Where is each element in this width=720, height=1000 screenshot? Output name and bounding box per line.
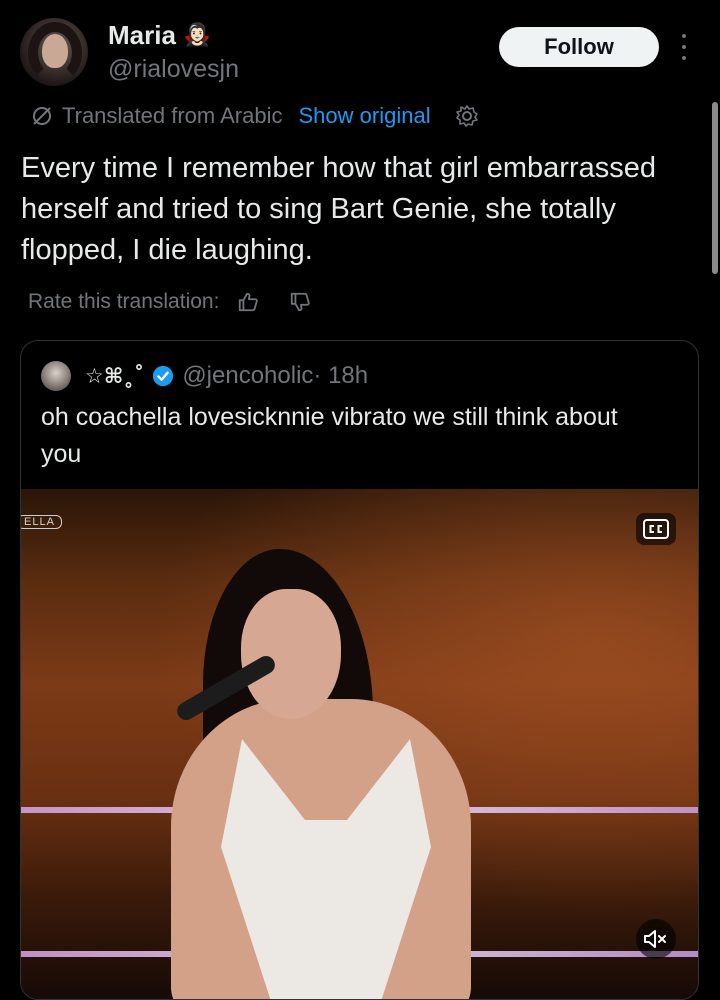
- captions-button[interactable]: [636, 513, 676, 545]
- quote-text: oh coachella lovesicknnie vibrato we sti…: [41, 403, 618, 468]
- quoted-tweet[interactable]: ☆⌘˳˚ @jencoholic · 18h oh coachella love…: [20, 340, 699, 1000]
- avatar-face: [42, 34, 68, 68]
- author-handle[interactable]: @rialovesjn: [108, 55, 239, 84]
- cc-icon: [643, 519, 669, 539]
- quote-author-handle[interactable]: @jencoholic: [182, 362, 313, 390]
- thumbs-down-icon[interactable]: [289, 291, 311, 313]
- quote-timestamp: · 18h: [313, 362, 369, 389]
- show-original-link[interactable]: Show original: [299, 103, 431, 129]
- video-overlay-label: ELLA: [21, 515, 62, 529]
- rate-translation-row: Rate this translation:: [28, 286, 311, 318]
- follow-button[interactable]: Follow: [499, 27, 659, 67]
- more-icon[interactable]: [678, 34, 690, 60]
- muted-speaker-icon: [644, 930, 666, 948]
- translate-icon: [33, 107, 51, 125]
- author-name[interactable]: Maria: [108, 20, 176, 51]
- video-player[interactable]: ELLA: [21, 489, 698, 999]
- translated-label: Translated from Arabic: [62, 103, 283, 128]
- verified-icon: [153, 365, 174, 387]
- tweet-text: Every time I remember how that girl emba…: [21, 152, 656, 266]
- performer-face: [241, 589, 341, 719]
- translation-row: Translated from Arabic Show original: [30, 100, 487, 132]
- scrollbar[interactable]: [712, 102, 718, 274]
- quote-header: ☆⌘˳˚ @jencoholic · 18h: [41, 361, 368, 391]
- quote-avatar[interactable]: [41, 361, 71, 391]
- gear-icon[interactable]: [455, 104, 479, 128]
- more-dot: [682, 45, 686, 49]
- rate-label: Rate this translation:: [28, 290, 220, 313]
- author-name-row[interactable]: Maria 🧛🏻‍♀️: [108, 20, 211, 51]
- author-avatar[interactable]: [20, 18, 88, 86]
- thumbs-up-icon[interactable]: [237, 291, 259, 313]
- mute-button[interactable]: [636, 919, 676, 959]
- more-dot: [682, 34, 686, 38]
- quote-author-name[interactable]: ☆⌘˳˚: [85, 364, 144, 388]
- author-name-emoji: 🧛🏻‍♀️: [183, 23, 212, 48]
- more-dot: [682, 56, 686, 60]
